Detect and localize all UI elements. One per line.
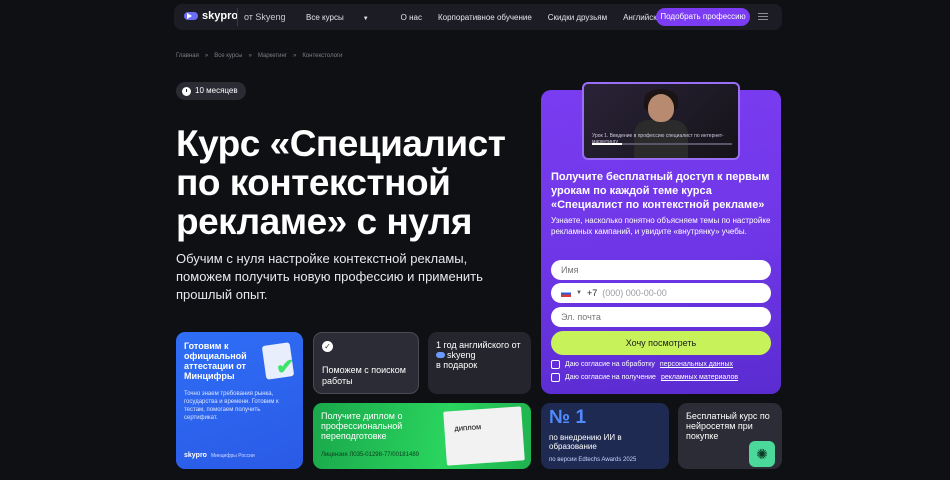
want-to-watch-button[interactable]: Хочу посмотреть [551, 331, 771, 355]
ai-course-card: Бесплатный курс по нейросетям при покупк… [678, 403, 782, 469]
nav-corporate[interactable]: Корпоративное обучение [438, 13, 532, 22]
ads-materials-link[interactable]: рекламных материалов [661, 374, 738, 381]
breadcrumb-sep: » [292, 53, 297, 59]
english-gift-card: 1 год английского от skyeng в подарок [428, 332, 531, 394]
card-heading: 1 год английского от skyeng в подарок [436, 340, 521, 370]
card-heading: Получите диплом о профессиональной переп… [321, 411, 403, 441]
skyeng-logo-icon [436, 352, 445, 358]
consent-personal-data: Даю согласие на обработку персональных д… [551, 360, 733, 369]
nav-referral[interactable]: Скидки друзьям [548, 13, 607, 22]
chevron-down-icon: ▼ [362, 15, 369, 22]
card-heading: Поможем с поиском работы [322, 365, 406, 386]
form-heading: Получите бесплатный доступ к первым урок… [551, 171, 770, 211]
breadcrumb-sep: » [248, 53, 252, 59]
mintsifry-brand: Минцифры России [210, 452, 255, 459]
from-skyeng-label: от Skyeng [237, 8, 291, 26]
russia-flag-icon[interactable] [561, 289, 571, 297]
breadcrumb-home[interactable]: Главная [176, 53, 199, 59]
award-number: № 1 [549, 407, 587, 428]
skypro-logo-icon [184, 12, 198, 20]
diploma-image: ДИПЛОМ [443, 406, 525, 466]
consent-checkbox[interactable] [551, 360, 560, 369]
breadcrumb-all-courses[interactable]: Все курсы [214, 53, 242, 59]
page-title: Курс «Специалист по контекстной рекламе»… [176, 123, 506, 242]
top-navbar: skypro от Skyeng Все курсы ▼ О нас Корпор… [174, 4, 782, 30]
pick-profession-button[interactable]: Подобрать профессию [656, 8, 750, 26]
diploma-card: Получите диплом о профессиональной переп… [313, 403, 531, 469]
clock-icon [182, 86, 191, 96]
card-heading: Бесплатный курс по нейросетям при покупк… [686, 411, 770, 441]
name-input[interactable] [551, 260, 771, 280]
skypro-brand: skypro [184, 452, 207, 459]
consent-ads: Даю согласие на получение рекламных мате… [551, 373, 738, 382]
card-text: по версии Edtechs Awards 2025 [549, 457, 637, 463]
video-progress[interactable] [592, 143, 732, 145]
card-text: Точно знаем требования рынка, государств… [184, 391, 279, 421]
card-heading: по внедрению ИИ в образование [549, 433, 622, 451]
chatgpt-icon: ✺ [749, 441, 775, 467]
checkmark-icon: ✔ [276, 354, 295, 379]
certification-card: Готовим к официальной аттестации от Минц… [176, 332, 303, 469]
check-circle-icon: ✓ [322, 341, 333, 352]
breadcrumb: Главная » Все курсы » Маркетинг » Контек… [176, 53, 343, 59]
phone-prefix: +7 [586, 288, 598, 298]
phone-placeholder: (000) 000-00-00 [602, 288, 667, 298]
video-preview[interactable]: Урок 1. Введение в профессию специалист … [582, 82, 740, 160]
personal-data-link[interactable]: персональных данных [660, 361, 733, 368]
skypro-logo[interactable]: skypro [184, 10, 238, 22]
form-text: Узнаете, насколько понятно объясняем тем… [551, 216, 771, 236]
main-nav: Все курсы ▼ О нас Корпоративное обучение … [306, 4, 701, 30]
chevron-down-icon[interactable]: ▼ [576, 283, 582, 303]
menu-icon[interactable] [758, 13, 768, 22]
email-input[interactable] [551, 307, 771, 327]
nav-all-courses[interactable]: Все курсы ▼ [306, 13, 385, 22]
breadcrumb-sep: » [204, 53, 209, 59]
page-subtitle: Обучим с нуля настройке контекстной рекл… [176, 251, 483, 302]
award-card: № 1 по внедрению ИИ в образование по вер… [541, 403, 669, 469]
license-text: Лицензия Л035-01298-77/00181489 [321, 452, 419, 458]
job-help-card: ✓ Поможем с поиском работы [313, 332, 419, 394]
nav-about[interactable]: О нас [401, 13, 422, 22]
card-heading: Готовим к официальной аттестации от Минц… [184, 341, 247, 381]
duration-text: 10 месяцев [195, 86, 238, 95]
duration-badge: 10 месяцев [176, 82, 246, 100]
breadcrumb-marketing[interactable]: Маркетинг [258, 53, 287, 59]
skyeng-logo: skyeng [436, 350, 476, 360]
breadcrumb-current: Контекстологи [302, 53, 343, 59]
phone-field[interactable]: ▼ +7 (000) 000-00-00 [551, 283, 771, 303]
consent-checkbox[interactable] [551, 373, 560, 382]
card-footer: skypro Минцифры России [184, 452, 255, 459]
free-access-form: Урок 1. Введение в профессию специалист … [541, 82, 781, 394]
logo-text: skypro [202, 10, 239, 22]
